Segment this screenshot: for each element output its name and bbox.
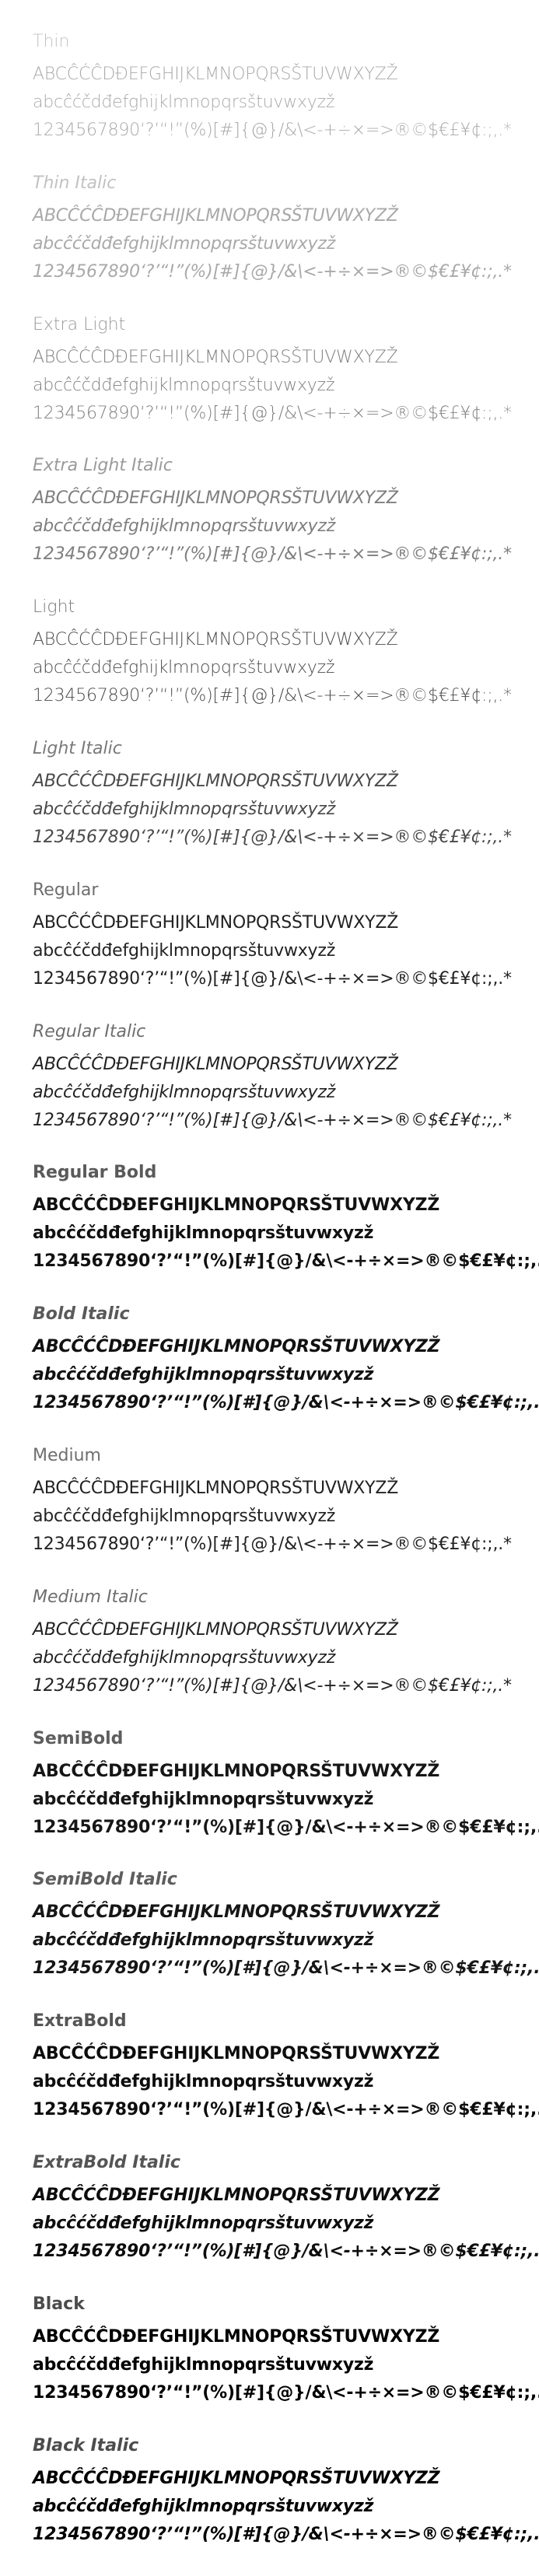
weight-block-light: Light ABCĈĆĈDĐEFGHIJKLMNOPQRSŠTUVWXYZŽ a… [33,597,539,738]
digits-symbols-sample: 1234567890‘?’“!”(%)[#]{@}/&\<-+÷×=>®©$€£… [33,261,512,282]
weight-name: Extra Light Italic [33,456,173,476]
lowercase-sample: abcĉćčdđefghijklmnopqrsštuvwxyzž [33,1365,374,1385]
weight-name: Black Italic [33,2435,139,2455]
uppercase-sample: ABCĈĆĈDĐEFGHIJKLMNOPQRSŠTUVWXYZŽ [33,2326,440,2347]
uppercase-sample: ABCĈĆĈDĐEFGHIJKLMNOPQRSŠTUVWXYZŽ [33,1478,399,1498]
uppercase-sample: ABCĈĆĈDĐEFGHIJKLMNOPQRSŠTUVWXYZŽ [33,347,398,367]
weight-block-semibold: SemiBold ABCĈĆĈDĐEFGHIJKLMNOPQRSŠTUVWXYZ… [33,1728,539,1870]
weight-name: Black [33,2294,85,2314]
digits-symbols-sample: 1234567890‘?’“!”(%)[#]{@}/&\<-+÷×=>®©$€£… [33,1817,539,1837]
lowercase-sample: abcĉćčdđefghijklmnopqrsštuvwxyzž [33,1647,336,1668]
lowercase-sample: abcĉćčdđefghijklmnopqrsštuvwxyzž [33,1223,374,1244]
digits-symbols-sample: 1234567890‘?’“!”(%)[#]{@}/&\<-+÷×=>®©$€£… [33,2100,539,2120]
weight-block-regular-bold: Regular Bold ABCĈĆĈDĐEFGHIJKLMNOPQRSŠTUV… [33,1162,539,1304]
weight-block-bold-italic: Bold Italic ABCĈĆĈDĐEFGHIJKLMNOPQRSŠTUVW… [33,1304,539,1445]
weight-name: Medium [33,1445,101,1465]
weight-block-extra-light-italic: Extra Light Italic ABCĈĆĈDĐEFGHIJKLMNOPQ… [33,455,539,597]
digits-symbols-sample: 1234567890‘?’“!”(%)[#]{@}/&\<-+÷×=>®©$€£… [33,1393,539,1413]
lowercase-sample: abcĉćčdđefghijklmnopqrsštuvwxyzž [33,2354,374,2375]
digits-symbols-sample: 1234567890‘?’“!”(%)[#]{@}/&\<-+÷×=>®©$€£… [33,827,512,847]
uppercase-sample: ABCĈĆĈDĐEFGHIJKLMNOPQRSŠTUVWXYZŽ [33,1054,398,1074]
uppercase-sample: ABCĈĆĈDĐEFGHIJKLMNOPQRSŠTUVWXYZŽ [33,1619,398,1640]
lowercase-sample: abcĉćčdđefghijklmnopqrsštuvwxyzž [33,93,335,112]
weight-block-light-italic: Light Italic ABCĈĆĈDĐEFGHIJKLMNOPQRSŠTUV… [33,738,539,880]
weight-block-medium-italic: Medium Italic ABCĈĆĈDĐEFGHIJKLMNOPQRSŠTU… [33,1587,539,1728]
weight-block-black-italic: Black Italic ABCĈĆĈDĐEFGHIJKLMNOPQRSŠTUV… [33,2435,539,2576]
lowercase-sample: abcĉćčdđefghijklmnopqrsštuvwxyzž [33,1789,374,1809]
digits-symbols-sample: 1234567890‘?’“!”(%)[#]{@}/&\<-+÷×=>®©$€£… [33,2524,539,2544]
weight-name: Regular [33,880,99,900]
uppercase-sample: ABCĈĆĈDĐEFGHIJKLMNOPQRSŠTUVWXYZŽ [33,2185,440,2205]
weight-block-thin: Thin ABCĈĆĈDĐEFGHIJKLMNOPQRSŠTUVWXYZŽ ab… [33,31,539,173]
digits-symbols-sample: 1234567890‘?’“!”(%)[#]{@}/&\<-+÷×=>®©$€£… [33,121,512,140]
weight-block-regular-italic: Regular Italic ABCĈĆĈDĐEFGHIJKLMNOPQRSŠT… [33,1021,539,1163]
weight-block-extrabold: ExtraBold ABCĈĆĈDĐEFGHIJKLMNOPQRSŠTUVWXY… [33,2011,539,2152]
lowercase-sample: abcĉćčdđefghijklmnopqrsštuvwxyzž [33,233,336,254]
weight-block-medium: Medium ABCĈĆĈDĐEFGHIJKLMNOPQRSŠTUVWXYZŽ … [33,1445,539,1587]
digits-symbols-sample: 1234567890‘?’“!”(%)[#]{@}/&\<-+÷×=>®©$€£… [33,968,512,989]
digits-symbols-sample: 1234567890‘?’“!”(%)[#]{@}/&\<-+÷×=>®©$€£… [33,1675,512,1696]
weight-name: Extra Light [33,314,126,334]
digits-symbols-sample: 1234567890‘?’“!”(%)[#]{@}/&\<-+÷×=>®©$€£… [33,1534,512,1554]
weight-name: Regular Italic [33,1021,146,1041]
uppercase-sample: ABCĈĆĈDĐEFGHIJKLMNOPQRSŠTUVWXYZŽ [33,1761,440,1781]
weight-name: Regular Bold [33,1163,157,1183]
weight-block-black: Black ABCĈĆĈDĐEFGHIJKLMNOPQRSŠTUVWXYZŽ a… [33,2294,539,2435]
uppercase-sample: ABCĈĆĈDĐEFGHIJKLMNOPQRSŠTUVWXYZŽ [33,771,398,791]
digits-symbols-sample: 1234567890‘?’“!”(%)[#]{@}/&\<-+÷×=>®©$€£… [33,2382,539,2403]
lowercase-sample: abcĉćčdđefghijklmnopqrsštuvwxyzž [33,2213,374,2233]
weight-name: Thin Italic [33,173,117,193]
digits-symbols-sample: 1234567890‘?’“!”(%)[#]{@}/&\<-+÷×=>®©$€£… [33,544,512,565]
digits-symbols-sample: 1234567890‘?’“!”(%)[#]{@}/&\<-+÷×=>®©$€£… [33,1958,539,1979]
weight-name: Light Italic [33,738,122,758]
uppercase-sample: ABCĈĆĈDĐEFGHIJKLMNOPQRSŠTUVWXYZŽ [33,1902,440,1923]
uppercase-sample: ABCĈĆĈDĐEFGHIJKLMNOPQRSŠTUVWXYZŽ [33,2468,440,2488]
weight-block-semibold-italic: SemiBold Italic ABCĈĆĈDĐEFGHIJKLMNOPQRSŠ… [33,1869,539,2011]
uppercase-sample: ABCĈĆĈDĐEFGHIJKLMNOPQRSŠTUVWXYZŽ [33,630,398,650]
weight-block-thin-italic: Thin Italic ABCĈĆĈDĐEFGHIJKLMNOPQRSŠTUVW… [33,173,539,314]
weight-block-extra-light: Extra Light ABCĈĆĈDĐEFGHIJKLMNOPQRSŠTUVW… [33,314,539,456]
lowercase-sample: abcĉćčdđefghijklmnopqrsštuvwxyzž [33,658,335,678]
lowercase-sample: abcĉćčdđefghijklmnopqrsštuvwxyzž [33,1930,374,1951]
weight-name: SemiBold [33,1728,124,1748]
uppercase-sample: ABCĈĆĈDĐEFGHIJKLMNOPQRSŠTUVWXYZŽ [33,1195,440,1216]
uppercase-sample: ABCĈĆĈDĐEFGHIJKLMNOPQRSŠTUVWXYZŽ [33,205,398,226]
lowercase-sample: abcĉćčdđefghijklmnopqrsštuvwxyzž [33,375,335,395]
lowercase-sample: abcĉćčdđefghijklmnopqrsštuvwxyzž [33,940,336,961]
lowercase-sample: abcĉćčdđefghijklmnopqrsštuvwxyzž [33,2072,374,2092]
lowercase-sample: abcĉćčdđefghijklmnopqrsštuvwxyzž [33,516,336,537]
digits-symbols-sample: 1234567890‘?’“!”(%)[#]{@}/&\<-+÷×=>®©$€£… [33,403,512,423]
weight-name: SemiBold Italic [33,1870,177,1890]
uppercase-sample: ABCĈĆĈDĐEFGHIJKLMNOPQRSŠTUVWXYZŽ [33,1337,440,1357]
weight-block-extrabold-italic: ExtraBold Italic ABCĈĆĈDĐEFGHIJKLMNOPQRS… [33,2152,539,2294]
uppercase-sample: ABCĈĆĈDĐEFGHIJKLMNOPQRSŠTUVWXYZŽ [33,912,399,933]
weight-name: Medium Italic [33,1587,148,1607]
uppercase-sample: ABCĈĆĈDĐEFGHIJKLMNOPQRSŠTUVWXYZŽ [33,488,398,509]
font-specimen: Thin ABCĈĆĈDĐEFGHIJKLMNOPQRSŠTUVWXYZŽ ab… [0,0,539,2576]
digits-symbols-sample: 1234567890‘?’“!”(%)[#]{@}/&\<-+÷×=>®©$€£… [33,1251,539,1272]
digits-symbols-sample: 1234567890‘?’“!”(%)[#]{@}/&\<-+÷×=>®©$€£… [33,2241,539,2261]
lowercase-sample: abcĉćčdđefghijklmnopqrsštuvwxyzž [33,1506,336,1526]
lowercase-sample: abcĉćčdđefghijklmnopqrsštuvwxyzž [33,1082,336,1102]
weight-block-regular: Regular ABCĈĆĈDĐEFGHIJKLMNOPQRSŠTUVWXYZŽ… [33,880,539,1021]
lowercase-sample: abcĉćčdđefghijklmnopqrsštuvwxyzž [33,799,336,819]
digits-symbols-sample: 1234567890‘?’“!”(%)[#]{@}/&\<-+÷×=>®©$€£… [33,1110,512,1130]
uppercase-sample: ABCĈĆĈDĐEFGHIJKLMNOPQRSŠTUVWXYZŽ [33,65,398,84]
weight-name: ExtraBold Italic [33,2152,180,2172]
weight-name: Thin [33,32,70,51]
weight-name: ExtraBold [33,2011,127,2032]
uppercase-sample: ABCĈĆĈDĐEFGHIJKLMNOPQRSŠTUVWXYZŽ [33,2044,440,2064]
weight-name: Bold Italic [33,1304,130,1325]
weight-name: Light [33,597,75,618]
digits-symbols-sample: 1234567890‘?’“!”(%)[#]{@}/&\<-+÷×=>®©$€£… [33,686,512,706]
lowercase-sample: abcĉćčdđefghijklmnopqrsštuvwxyzž [33,2496,374,2516]
